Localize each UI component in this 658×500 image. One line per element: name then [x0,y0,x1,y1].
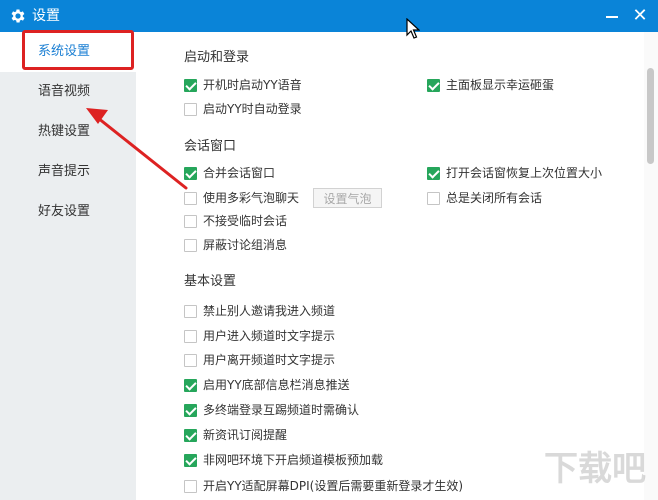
checkbox[interactable] [184,167,197,180]
watermark-logo: 下载吧 [544,449,646,489]
checkbox[interactable] [427,192,440,205]
option-label: 使用多彩气泡聊天 [203,191,300,205]
option-label: 开启YY适配屏幕DPI(设置后需要重新登录才生效) [203,479,464,493]
vertical-scrollbar[interactable] [644,32,658,500]
sidebar-item-friends[interactable]: 好友设置 [0,192,136,232]
option-label: 打开会话窗恢复上次位置大小 [446,166,603,180]
gear-icon [11,9,25,23]
sidebar-item-sound[interactable]: 声音提示 [0,152,136,192]
close-button[interactable]: ✕ [628,4,652,28]
checkbox[interactable] [184,103,197,116]
section-title-basic: 基本设置 [184,274,237,289]
checkbox[interactable] [184,305,197,318]
sidebar-item-label: 声音提示 [38,164,91,179]
checkbox[interactable] [184,480,197,493]
set-bubble-button[interactable]: 设置气泡 [313,188,382,208]
option-label: 禁止别人邀请我进入频道 [203,304,336,318]
sidebar-item-label: 好友设置 [38,204,91,219]
section-title-startup: 启动和登录 [184,50,250,65]
mouse-cursor-icon [406,18,420,39]
option-label: 总是关闭所有会话 [446,191,543,205]
checkbox[interactable] [427,79,440,92]
minimize-button[interactable] [600,4,624,28]
section-title-session: 会话窗口 [184,139,237,154]
checkbox[interactable] [184,330,197,343]
checkbox[interactable] [427,167,440,180]
close-icon: ✕ [632,5,648,26]
sidebar-item-label: 语音视频 [38,84,91,99]
checkbox[interactable] [184,429,197,442]
option-label: 不接受临时会话 [203,214,288,228]
checkbox[interactable] [184,79,197,92]
sidebar-item-voice-video[interactable]: 语音视频 [0,72,136,112]
checkbox[interactable] [184,379,197,392]
sidebar-item-label: 热键设置 [38,124,91,139]
option-label: 新资讯订阅提醒 [203,428,288,442]
option-label: 屏蔽讨论组消息 [203,238,288,252]
watermark-text: 下载吧 [544,449,646,489]
checkbox[interactable] [184,404,197,417]
option-label: 用户进入频道时文字提示 [203,329,336,343]
checkbox[interactable] [184,192,197,205]
option-label: 启动YY时自动登录 [203,102,302,116]
sidebar: 系统设置 语音视频 热键设置 声音提示 好友设置 [0,32,136,500]
option-label: 多终端登录互踢频道时需确认 [203,403,360,417]
checkbox[interactable] [184,239,197,252]
window-title: 设置 [32,8,60,24]
checkbox[interactable] [184,354,197,367]
minimize-icon [606,16,618,18]
sidebar-item-hotkey[interactable]: 热键设置 [0,112,136,152]
option-label: 开机时启动YY语音 [203,78,302,92]
checkbox[interactable] [184,215,197,228]
highlight-box [22,30,134,70]
option-label: 启用YY底部信息栏消息推送 [203,378,350,392]
scrollbar-thumb[interactable] [647,68,654,164]
title-bar: 设置 ✕ [0,0,658,32]
option-label: 非网吧环境下开启频道模板预加载 [203,453,384,467]
option-label: 主面板显示幸运砸蛋 [446,78,555,92]
option-label: 用户离开频道时文字提示 [203,353,336,367]
checkbox[interactable] [184,454,197,467]
option-label: 合并会话窗口 [203,166,276,180]
